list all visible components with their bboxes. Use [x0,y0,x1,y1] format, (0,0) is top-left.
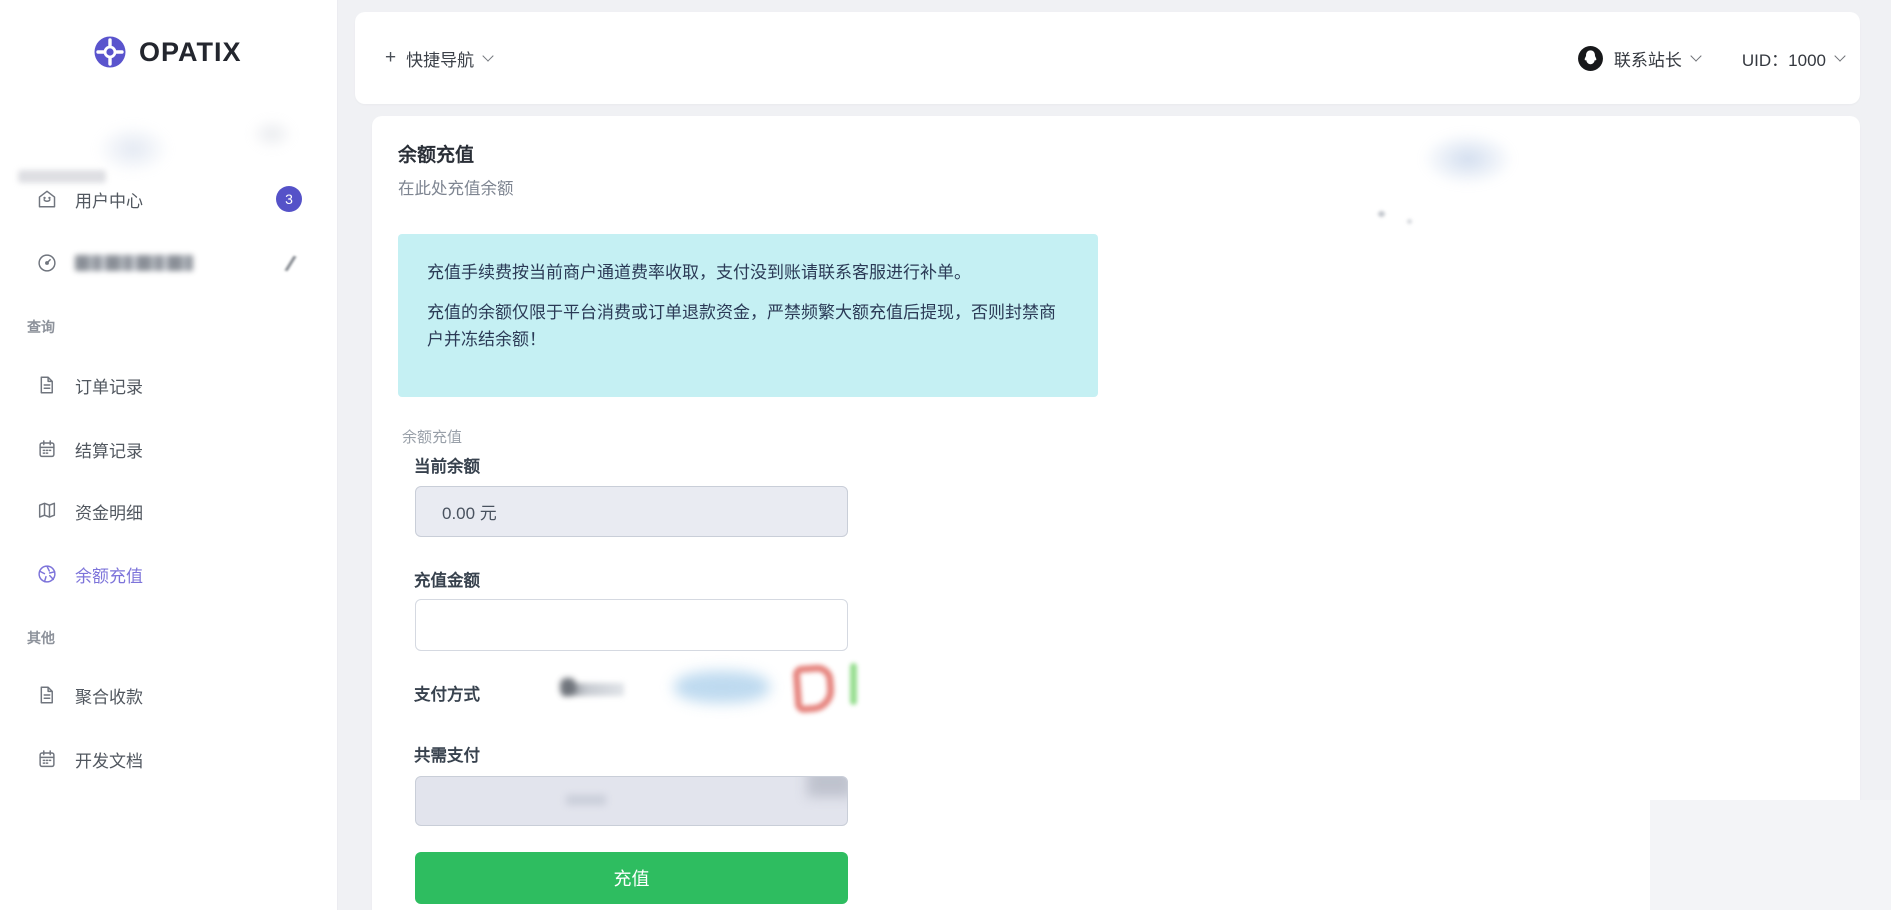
sidebar-item-label: 订单记录 [75,377,143,397]
sidebar-item-order-records[interactable]: 订单记录 [36,370,302,400]
censor-blob [250,118,294,150]
notification-badge: 3 [276,186,302,212]
uid-menu[interactable]: UID：1000 [1741,46,1846,71]
payment-method-label: 支付方式 [414,686,480,704]
recharge-button-label: 充值 [613,869,650,889]
map-icon [38,502,56,518]
sidebar-item-label: 用户中心 [75,191,143,211]
page: OPATIX 用户中心 3 查询 订单记录 结算记录 资金明细 余额充值 其他 … [0,0,1891,910]
file-icon [40,376,53,394]
brand-name: OPATIX [139,36,242,67]
topbar: + 快捷导航 联系站长 UID：1000 [355,12,1860,104]
sidebar-item-aggregate-collection[interactable]: 聚合收款 [36,680,302,710]
topbar-right: 联系站长 UID：1000 [1577,12,1846,104]
chevron-down-icon [1690,49,1702,62]
quick-nav-label: 快捷导航 [406,50,475,70]
current-balance-label: 当前余额 [414,458,480,476]
sidebar-section-other: 其他 [27,630,55,646]
censor-block [1650,800,1891,910]
sidebar-item-user-center[interactable]: 用户中心 3 [36,184,302,214]
recharge-submit-button[interactable]: 充值 [415,852,848,904]
contact-admin-menu[interactable]: 联系站长 [1577,45,1702,72]
payment-icon-censored [792,663,836,714]
sidebar-item-fund-details[interactable]: 资金明细 [36,496,302,526]
sidebar-item-label: 聚合收款 [75,687,143,707]
chevron-down-icon [1834,49,1846,62]
uid-label: UID：1000 [1741,50,1826,70]
calendar-icon [39,440,55,458]
notice-line-1: 充值手续费按当前商户通道费率收取，支付没到账请联系客服进行补单。 [427,263,971,282]
gauge-icon [38,254,56,272]
quick-nav-button[interactable]: + 快捷导航 [377,12,500,104]
sidebar: OPATIX 用户中心 3 查询 订单记录 结算记录 资金明细 余额充值 其他 … [0,0,338,910]
sidebar-item-settlement-records[interactable]: 结算记录 [36,434,302,464]
censor-blob [96,124,170,174]
censor-blob [566,795,606,805]
balance-recharge-card: 余额充值 在此处充值余额 充值手续费按当前商户通道费率收取，支付没到账请联系客服… [372,116,1860,910]
calendar-icon [39,750,55,768]
censor-blob [18,170,106,183]
brand-logo[interactable]: OPATIX [92,34,242,70]
payment-icon-censored [562,683,624,696]
chevron-down-icon [482,49,494,62]
opatix-logo-icon [94,36,126,68]
sidebar-item-censored[interactable] [36,248,302,278]
page-subtitle: 在此处充值余额 [398,180,514,198]
censor-blob [1422,132,1514,186]
shutter-icon [38,565,56,583]
plus-icon: + [385,47,397,68]
sidebar-item-label: 开发文档 [75,751,143,771]
recharge-amount-input[interactable] [415,599,848,651]
payment-icon-censored [850,663,857,705]
sidebar-item-label: 结算记录 [75,441,143,461]
qq-icon [1577,45,1603,71]
total-payable-label: 共需支付 [414,747,480,765]
censor-blob [807,777,847,797]
recharge-amount-label: 充值金额 [414,572,480,590]
sidebar-section-query: 查询 [27,319,55,335]
censor-blob [1407,219,1412,224]
home-icon [38,190,56,208]
file-icon [40,686,53,704]
censor-blob [1378,211,1385,217]
sidebar-item-dev-docs[interactable]: 开发文档 [36,744,302,774]
sidebar-item-balance-recharge[interactable]: 余额充值 [36,559,302,589]
notice-box: 充值手续费按当前商户通道费率收取，支付没到账请联系客服进行补单。 充值的余额仅限… [398,234,1098,397]
page-title: 余额充值 [398,145,475,166]
payment-icon-censored [674,671,770,703]
contact-admin-label: 联系站长 [1613,50,1682,70]
total-payable-field [415,776,848,826]
payment-method-options-censored[interactable] [562,661,872,723]
sidebar-item-label: 余额充值 [75,566,143,586]
form-legend: 余额充值 [402,429,463,446]
notice-line-2: 充值的余额仅限于平台消费或订单退款资金，严禁频繁大额充值后提现，否则封禁商户并冻… [427,303,1056,350]
censored-mark [284,255,297,271]
sidebar-item-label: 资金明细 [75,503,143,523]
censored-label [75,255,193,271]
current-balance-field [415,486,848,537]
